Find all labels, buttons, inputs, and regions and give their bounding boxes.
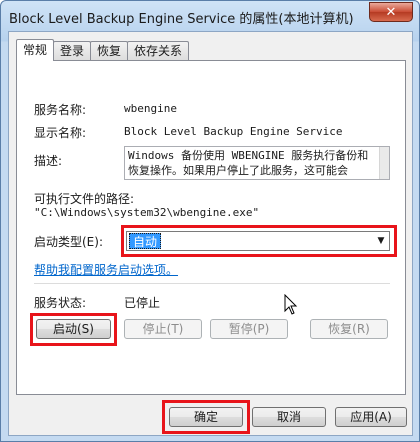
- startup-type-select[interactable]: 自动 ▼: [126, 231, 390, 251]
- display-name-value: Block Level Backup Engine Service: [124, 125, 343, 138]
- stop-button[interactable]: 停止(T): [124, 319, 202, 339]
- service-name-label: 服务名称:: [34, 103, 87, 117]
- description-label: 描述:: [34, 154, 63, 168]
- service-status-value: 已停止: [124, 296, 161, 310]
- display-name-label: 显示名称:: [34, 126, 87, 140]
- properties-window: Block Level Backup Engine Service 的属性(本地…: [0, 0, 420, 442]
- dialog-client-area: 常规 登录 恢复 依存关系 服务名称: wbengine 显示名称: Block…: [8, 31, 413, 436]
- tab-logon[interactable]: 登录: [53, 41, 92, 61]
- tab-recovery[interactable]: 恢复: [90, 41, 129, 61]
- section-divider: [34, 283, 390, 284]
- ok-button[interactable]: 确定: [169, 407, 243, 427]
- help-configure-link[interactable]: 帮助我配置服务启动选项。: [34, 261, 178, 278]
- description-scrollbar[interactable]: [379, 147, 389, 179]
- apply-button[interactable]: 应用(A): [335, 407, 407, 427]
- window-title: Block Level Backup Engine Service 的属性(本地…: [9, 12, 354, 27]
- service-name-value: wbengine: [124, 102, 177, 115]
- resume-button[interactable]: 恢复(R): [310, 319, 388, 339]
- mouse-cursor-icon: [284, 294, 298, 315]
- close-icon: ✕: [385, 4, 397, 20]
- close-button[interactable]: ✕: [369, 2, 413, 22]
- tab-general[interactable]: 常规: [16, 39, 55, 61]
- tab-dependencies[interactable]: 依存关系: [127, 41, 190, 61]
- cancel-button[interactable]: 取消: [252, 407, 326, 427]
- general-tab-panel: 服务名称: wbengine 显示名称: Block Level Backup …: [16, 60, 406, 395]
- startup-type-label: 启动类型(E):: [34, 235, 103, 249]
- pause-button[interactable]: 暂停(P): [210, 319, 288, 339]
- exe-path-label: 可执行文件的路径:: [34, 192, 135, 206]
- service-status-label: 服务状态:: [34, 296, 87, 310]
- startup-type-value: 自动: [129, 233, 162, 249]
- description-line-2: 恢复操作。如果用户停止了此服务，这可能会: [128, 164, 348, 177]
- dropdown-arrow-icon[interactable]: ▼: [373, 232, 389, 250]
- exe-path-value: "C:\Windows\system32\wbengine.exe": [34, 206, 260, 219]
- title-bar[interactable]: Block Level Backup Engine Service 的属性(本地…: [1, 1, 419, 31]
- description-box[interactable]: Windows 备份使用 WBENGINE 服务执行备份和 恢复操作。如果用户停…: [124, 146, 390, 180]
- start-button[interactable]: 启动(S): [36, 319, 111, 339]
- description-line-1: Windows 备份使用 WBENGINE 服务执行备份和: [128, 149, 369, 162]
- tab-strip: 常规 登录 恢复 依存关系: [16, 39, 190, 61]
